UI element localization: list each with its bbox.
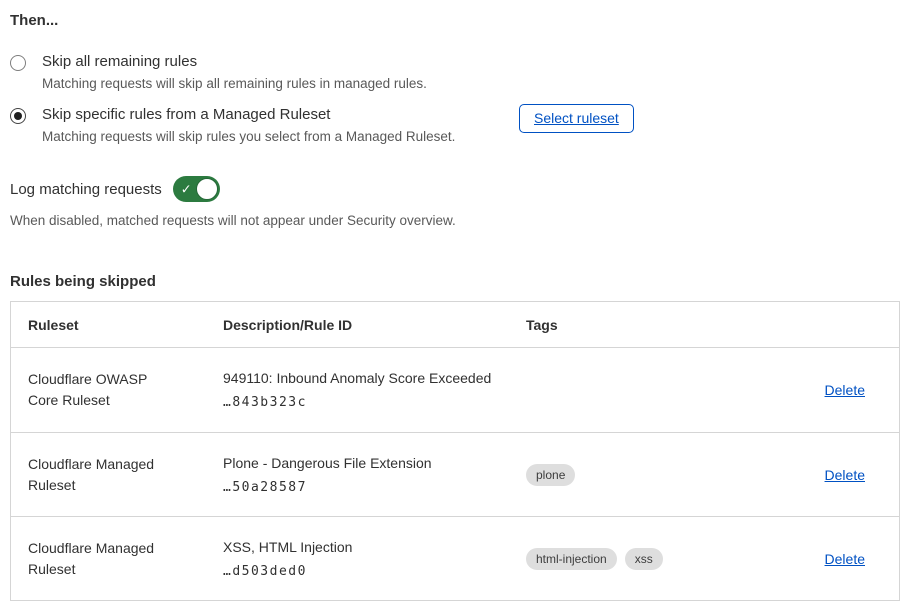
delete-cell: Delete [756,551,899,567]
option-skip-specific-rules: Skip specific rules from a Managed Rules… [10,106,900,144]
option-skip-specific-description: Matching requests will skip rules you se… [42,129,455,144]
select-ruleset-button[interactable]: Select ruleset [519,104,634,133]
tag-pill: html-injection [526,548,617,570]
column-header-tags: Tags [526,317,756,333]
toggle-knob [196,178,218,200]
description-cell: Plone - Dangerous File Extension …50a285… [223,455,526,495]
rule-id: …843b323c [223,395,526,410]
log-toggle-description: When disabled, matched requests will not… [10,213,900,228]
option-skip-all-label[interactable]: Skip all remaining rules [42,53,427,70]
check-icon: ✓ [181,183,192,196]
option-skip-all-rules: Skip all remaining rules Matching reques… [10,53,900,91]
delete-cell: Delete [756,382,899,398]
rule-id: …d503ded0 [223,564,526,579]
table-row: Cloudflare Managed Ruleset Plone - Dange… [11,432,899,516]
log-matching-requests-label: Log matching requests [10,181,162,198]
rule-description: Plone - Dangerous File Extension [223,455,526,471]
table-row: Cloudflare Managed Ruleset XSS, HTML Inj… [11,516,899,600]
ruleset-cell: Cloudflare Managed Ruleset [11,538,223,580]
rule-description: XSS, HTML Injection [223,539,526,555]
ruleset-name: Cloudflare OWASP Core Ruleset [28,371,147,408]
table-body: Cloudflare OWASP Core Ruleset 949110: In… [11,348,899,600]
delete-link[interactable]: Delete [825,382,865,398]
table-row: Cloudflare OWASP Core Ruleset 949110: In… [11,348,899,432]
rule-description: 949110: Inbound Anomaly Score Exceeded [223,370,526,386]
rule-id: …50a28587 [223,480,526,495]
ruleset-name: Cloudflare Managed Ruleset [28,540,154,577]
tags-cell: plone [526,464,756,486]
column-header-ruleset: Ruleset [11,317,223,333]
ruleset-cell: Cloudflare OWASP Core Ruleset [11,369,223,411]
log-matching-requests-row: Log matching requests ✓ [10,176,900,202]
tag-pill: xss [625,548,663,570]
delete-link[interactable]: Delete [825,551,865,567]
radio-skip-all-rules[interactable] [10,55,26,71]
delete-cell: Delete [756,467,899,483]
then-heading: Then... [10,12,900,29]
radio-skip-specific-rules[interactable] [10,108,26,124]
log-matching-requests-toggle[interactable]: ✓ [173,176,220,202]
option-skip-specific-label[interactable]: Skip specific rules from a Managed Rules… [42,106,455,123]
description-cell: 949110: Inbound Anomaly Score Exceeded …… [223,370,526,410]
tags-cell: html-injection xss [526,548,756,570]
delete-link[interactable]: Delete [825,467,865,483]
waf-rule-config-page: Then... Skip all remaining rules Matchin… [0,0,911,601]
table-header-row: Ruleset Description/Rule ID Tags [11,302,899,348]
rules-being-skipped-table: Ruleset Description/Rule ID Tags Cloudfl… [10,301,900,601]
ruleset-name: Cloudflare Managed Ruleset [28,456,154,493]
option-skip-all-description: Matching requests will skip all remainin… [42,76,427,91]
column-header-description: Description/Rule ID [223,317,526,333]
description-cell: XSS, HTML Injection …d503ded0 [223,539,526,579]
ruleset-cell: Cloudflare Managed Ruleset [11,454,223,496]
rules-table-heading: Rules being skipped [10,273,900,290]
tag-pill: plone [526,464,575,486]
